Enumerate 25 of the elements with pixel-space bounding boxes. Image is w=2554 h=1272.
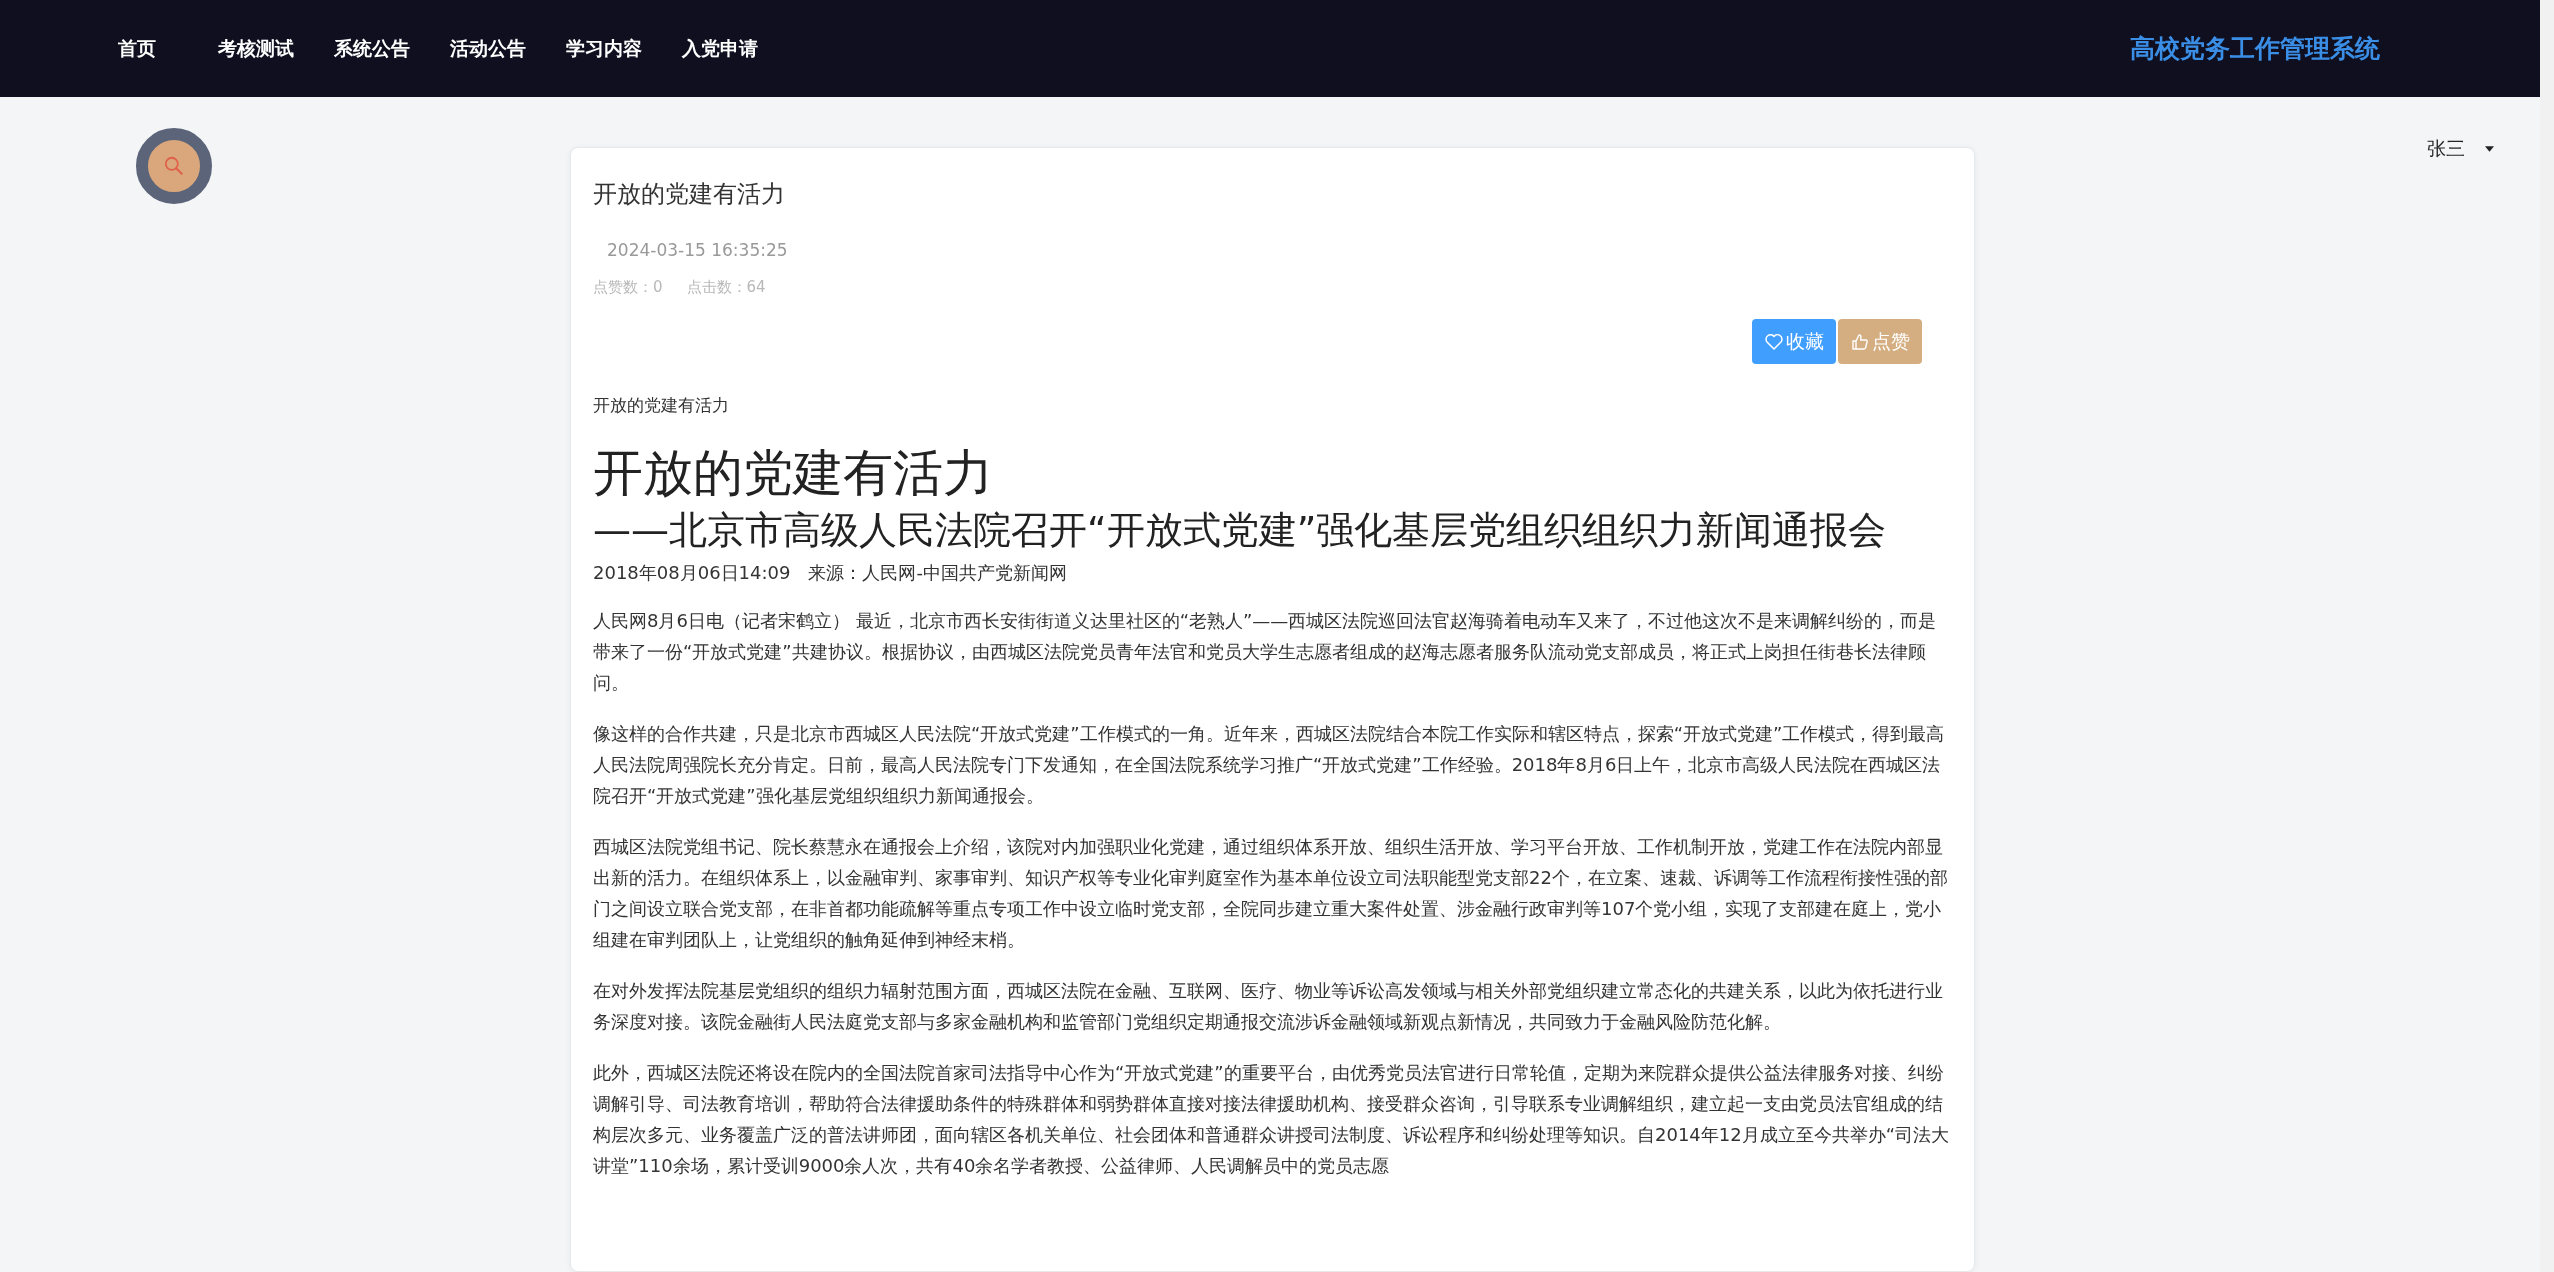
stat-count: 点击数：64 — [686, 278, 766, 297]
user-menu[interactable]: 张三 — [2421, 135, 2500, 163]
nav-link[interactable]: 系统公告 — [334, 35, 410, 62]
article-paragraph: 西城区法院党组书记、院长蔡慧永在通报会上介绍，该院对内加强职业化党建，通过组织体系开放、组织生活开放、学习平台开放、工作机制开放，党建工作在法院内部显出新的活力。在组织体系上，以金融审判、家事审判、知识产权等专业化审判庭室作为基本单位设立司法职能型党支部22个，在立案、速裁、诉调等工作流程衔接性强的部门之间设立联合党支部，在非首都功能疏解等重点专项工作中设立临时党支部，全院同步建立重大案件处置、涉金融行政审判等107个党小组，实现了支部建在庭上，党小组建在审判团队上，让党组织的触角延伸到神经末梢。 — [593, 834, 1949, 952]
nav-link[interactable]: 入党申请 — [682, 35, 758, 62]
site-title: 高校党务工作管理系统 — [2130, 33, 2380, 65]
nav-link[interactable]: 学习内容 — [566, 35, 642, 62]
article-paragraph: 在对外发挥法院基层党组织的组织力辐射范围方面，西城区法院在金融、互联网、医疗、物业等诉讼高发领域与相关外部党组织建立常态化的共建关系，以此为依托进行业务深度对接。该院金融街人民法庭党支部与多家金融机构和监管部门党组织定期通报交流涉诉金融领域新观点新情况，共同致力于金融风险防范化解。 — [593, 978, 1944, 1034]
article-heading: 开放的党建有活力 — [593, 443, 994, 503]
article-paragraph: 此外，西城区法院还将设在院内的全国法院首家司法指导中心作为“开放式党建”的重要平台，由优秀党员法官进行日常轮值，定期为来院群众提供公益法律服务对接、纠纷调解引导、司法教育培训，帮助符合法律援助条件的特殊群体和弱势群体直接对接法律援助机构、接受群众咨询，引导联系专业调解组织，建立起一支由党员法官组成的结构层次多元、业务覆盖广泛的普法讲师团，面向辖区各机关单位、社会团体和普通群众讲授司法制度、诉讼程序和纠纷处理等知识。自2014年12月成立至今共举办“司法大讲堂”110余场，累计受训9000余人次，共有40余名学者教授、公益律师、人民调解员中的党员志愿 — [593, 1060, 1951, 1178]
article-summary: 开放的党建有活力 — [593, 394, 730, 417]
thumbs-up-icon — [1850, 331, 1870, 352]
caret-icon — [2485, 146, 2494, 152]
article-meta: 2018年08月06日14:09 来源：人民网-中国共产党新闻网 — [593, 560, 1068, 585]
publish-date: 2024-03-15 16:35:25 — [607, 240, 789, 260]
stat-count: 点赞数：0 — [593, 278, 663, 297]
nav-link[interactable]: 考核测试 — [218, 35, 294, 62]
article-subheading: ——北京市高级人民法院召开“开放式党建”强化基层党组织组织力新闻通报会 — [593, 507, 1888, 554]
article-title: 开放的党建有活力 — [593, 179, 786, 210]
search-icon — [163, 155, 185, 177]
article-paragraph: 像这样的合作共建，只是北京市西城区人民法院“开放式党建”工作模式的一角。近年来，西城区法院结合本院工作实际和辖区特点，探索“开放式党建”工作模式，得到最高人民法院周强院长充分肯定。日前，最高人民法院专门下发通知，在全国法院系统学习推广“开放式党建”工作经验。2018年8月6日上午，北京市高级人民法院在西城区法院召开“开放式党建”强化基层党组织组织力新闻通报会。 — [593, 721, 1946, 808]
nav-link[interactable]: 首页 — [118, 35, 156, 62]
nav-link[interactable]: 活动公告 — [450, 35, 526, 62]
article-paragraph: 人民网8月6日电（记者宋鹤立） 最近，北京市西长安街街道义达里社区的“老熟人”——西城区法院巡回法官赵海骑着电动车又来了，不过他这次不是来调解纠纷的，而是带来了一份“开放式党建”共建协议。根据协议，由西城区法院党员青年法官和党员大学生志愿者组成的赵海志愿者服务队流动党支部成员，将正式上岗担任街巷长法律顾问。 — [593, 608, 1938, 695]
heart-icon — [1764, 331, 1784, 352]
